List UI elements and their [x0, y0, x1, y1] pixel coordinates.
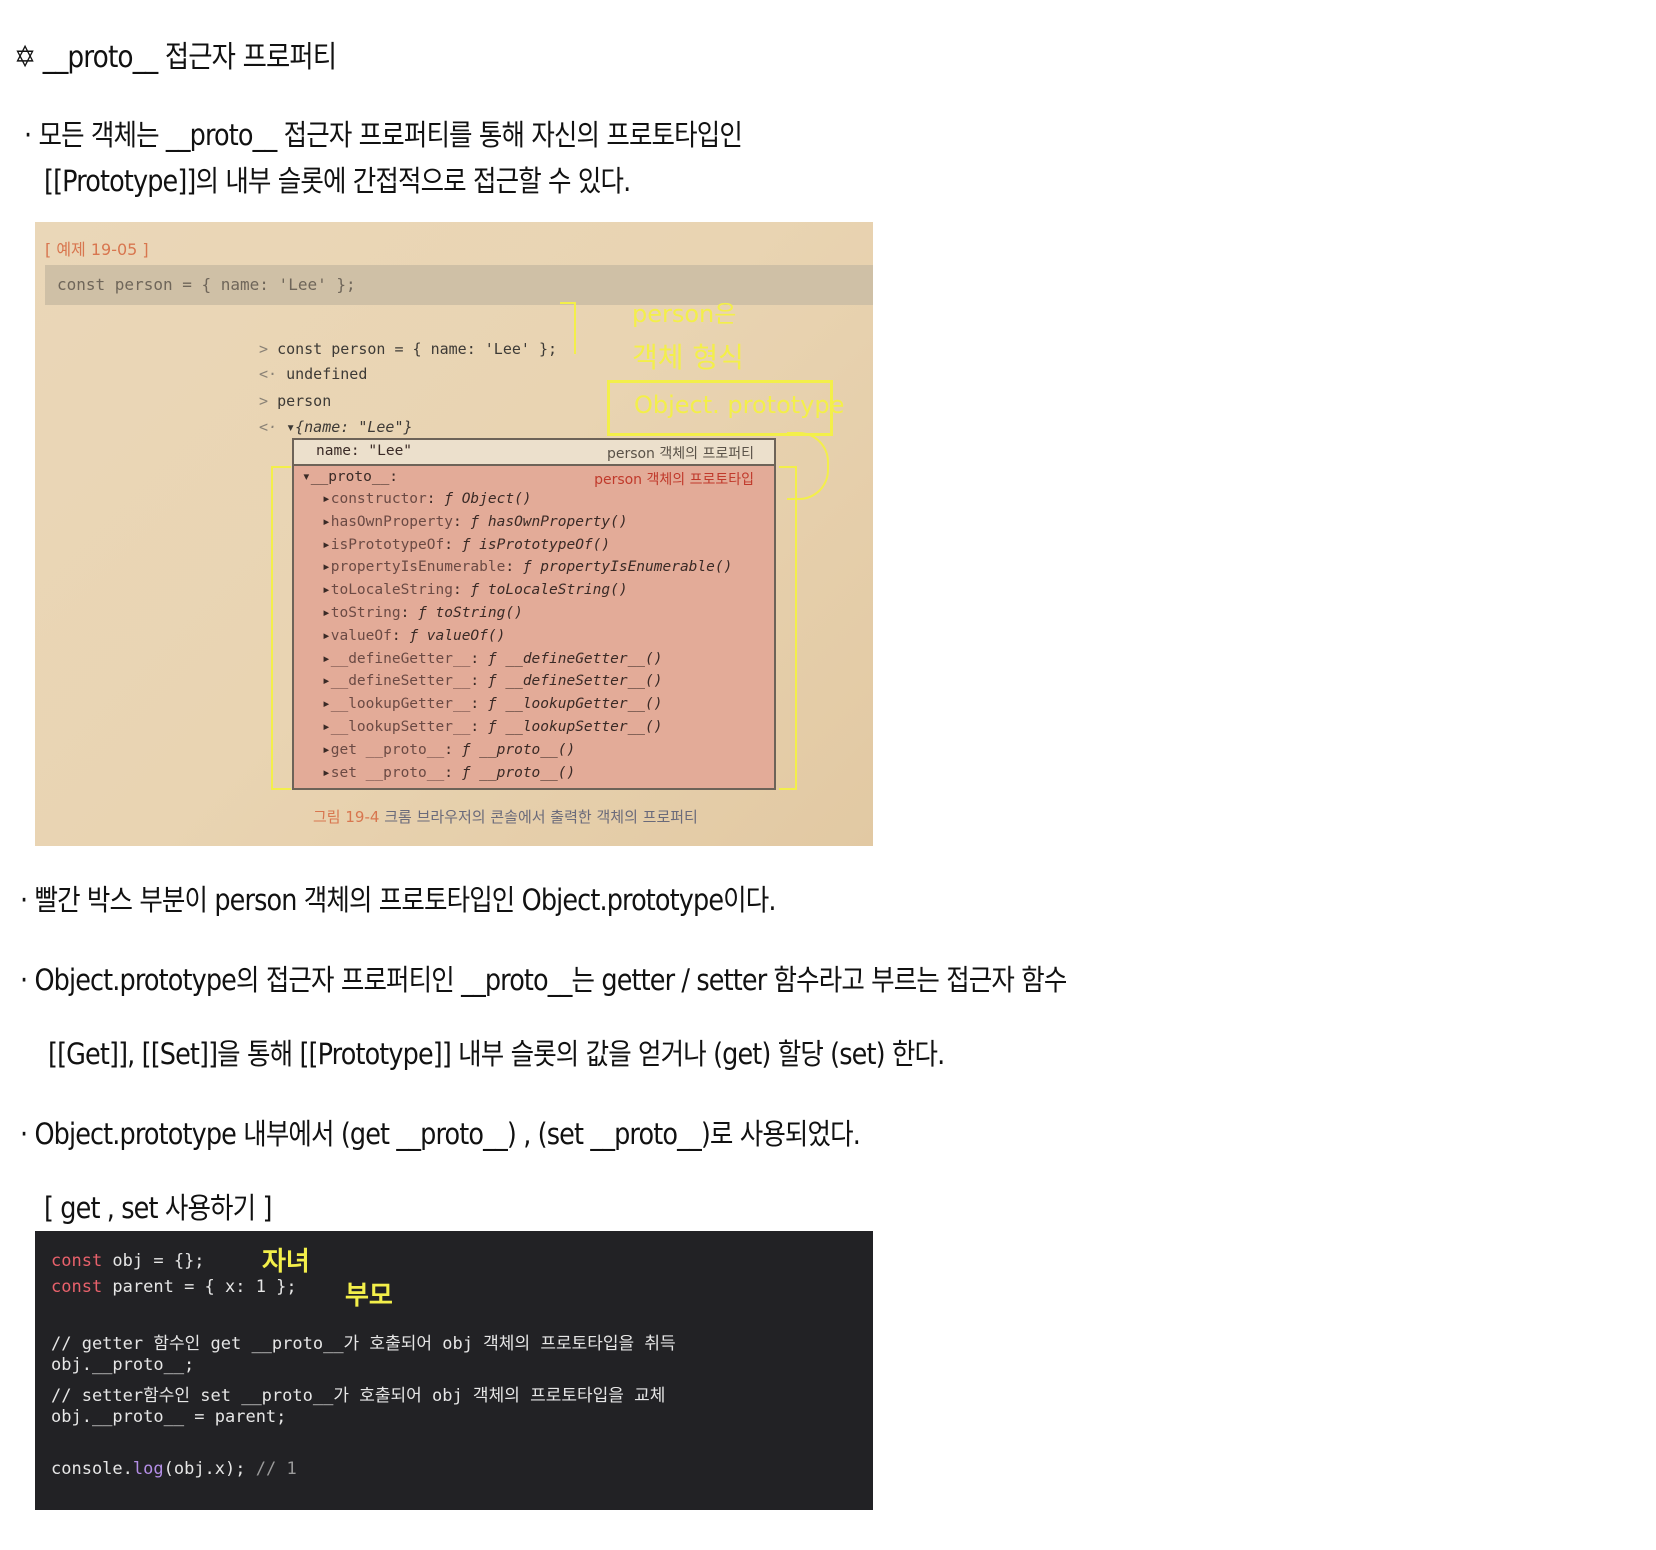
console-line: > person	[259, 392, 332, 410]
annotation-object-form: 객체 형식	[632, 341, 744, 374]
prototype-method-row: ▸hasOwnProperty: ƒ hasOwnProperty()	[322, 513, 628, 530]
code-line: obj.__proto__ = parent;	[51, 1407, 287, 1427]
section-heading: [ get , set 사용하기 ]	[44, 1191, 272, 1225]
prototype-method-row: ▸valueOf: ƒ valueOf()	[322, 627, 506, 644]
figure-caption: 그림 19-4 크롬 브라우저의 콘솔에서 출력한 객체의 프로퍼티	[313, 808, 698, 826]
example-label: [ 예제 19-05 ]	[45, 240, 149, 259]
prototype-method-row: ▸constructor: ƒ Object()	[322, 491, 532, 507]
prototype-method-row: ▸set __proto__: ƒ __proto__()	[322, 764, 576, 781]
bullet-3: · Object.prototype 내부에서 (get __proto__) …	[20, 1117, 861, 1151]
prototype-method-row: ▸__lookupSetter__: ƒ __lookupSetter__()	[322, 719, 663, 735]
intro-line-1: · 모든 객체는 __proto__ 접근자 프로퍼티를 통해 자신의 프로토타…	[24, 118, 743, 152]
book-photo: [ 예제 19-05 ] const person = { name: 'Lee…	[35, 222, 873, 846]
name-property-row: name: "Lee" person 객체의 프로퍼티	[294, 440, 774, 466]
annotation-parent: 부모	[345, 1281, 393, 1311]
prototype-method-row: ▸propertyIsEnumerable: ƒ propertyIsEnume…	[322, 559, 733, 576]
code-line: obj.__proto__;	[51, 1355, 195, 1375]
prototype-area: ▾__proto__: person 객체의 프로토타입 ▸constructo…	[294, 466, 774, 788]
star-icon: ✡	[14, 40, 36, 75]
arrow-line	[560, 302, 576, 354]
prototype-method-row: ▸toLocaleString: ƒ toLocaleString()	[322, 582, 628, 599]
object-inspector-box: name: "Lee" person 객체의 프로퍼티 ▾__proto__: …	[292, 438, 776, 790]
bullet-2-continued: [[Get]], [[Set]]을 통해 [[Prototype]] 내부 슬롯…	[48, 1037, 945, 1071]
example-code-bar: const person = { name: 'Lee' };	[45, 265, 873, 305]
prototype-method-row: ▸__defineSetter__: ƒ __defineSetter__()	[322, 673, 663, 690]
console-line: <· ▾{name: "Lee"}	[259, 418, 413, 436]
prototype-method-row: ▸__defineGetter__: ƒ __defineGetter__()	[322, 650, 663, 667]
code-line: const parent = { x: 1 };	[51, 1277, 297, 1297]
annotation-child: 자녀	[262, 1247, 310, 1277]
code-comment: // getter 함수인 get __proto__가 호출되어 obj 객체…	[51, 1334, 676, 1354]
right-bracket	[779, 466, 797, 790]
prototype-method-row: ▸get __proto__: ƒ __proto__()	[322, 741, 576, 758]
code-line: const obj = {};	[51, 1251, 205, 1271]
bullet-2: · Object.prototype의 접근자 프로퍼티인 __proto__는…	[20, 963, 1067, 997]
code-block: const obj = {}; const parent = { x: 1 };…	[35, 1231, 873, 1510]
left-bracket	[271, 466, 291, 790]
prototype-method-row: ▸__lookupGetter__: ƒ __lookupGetter__()	[322, 696, 663, 713]
page-title: ✡ __proto__ 접근자 프로퍼티	[14, 40, 337, 75]
console-line: <· undefined	[259, 365, 368, 383]
curved-arrow	[787, 432, 829, 500]
code-line: console.log(obj.x); // 1	[51, 1459, 297, 1479]
intro-line-2: [[Prototype]]의 내부 슬롯에 간접적으로 접근할 수 있다.	[44, 164, 631, 198]
annotation-box: Object. prototype	[607, 380, 844, 436]
prototype-method-row: ▸toString: ƒ toString()	[322, 605, 523, 621]
bullet-1: · 빨간 박스 부분이 person 객체의 프로토타입인 Object.pro…	[20, 883, 776, 917]
code-comment: // setter함수인 set __proto__가 호출되어 obj 객체의…	[51, 1386, 666, 1406]
annotation-person: person은	[632, 300, 737, 328]
console-line: > const person = { name: 'Lee' };	[259, 340, 558, 358]
prototype-method-row: ▸isPrototypeOf: ƒ isPrototypeOf()	[322, 536, 611, 553]
